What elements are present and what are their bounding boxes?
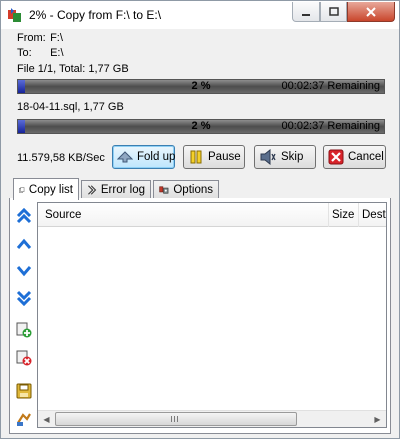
column-separator xyxy=(358,203,359,227)
tab-copy-list-label: Copy list xyxy=(28,183,73,196)
add-file-icon xyxy=(16,322,32,338)
to-label: To: xyxy=(17,47,32,59)
title-bar[interactable]: 2% - Copy from F:\ to E:\ xyxy=(1,1,399,29)
close-button[interactable] xyxy=(347,2,395,22)
app-icon xyxy=(8,8,21,22)
pause-label: Pause xyxy=(208,151,241,163)
load-list-button[interactable] xyxy=(15,410,33,428)
move-up-button[interactable] xyxy=(15,235,33,253)
tab-options-label: Options xyxy=(173,184,213,196)
double-chevron-down-icon xyxy=(16,290,32,306)
file-progress-remaining: 00:02:37 Remaining xyxy=(281,120,380,132)
chevron-down-icon xyxy=(16,266,32,277)
load-list-icon xyxy=(17,413,31,426)
move-to-bottom-button[interactable] xyxy=(15,289,33,307)
column-size[interactable]: Size xyxy=(332,209,354,221)
skip-button[interactable]: Skip xyxy=(254,145,316,169)
pause-button[interactable]: Pause xyxy=(183,145,245,169)
column-separator xyxy=(328,203,329,227)
chevron-up-icon xyxy=(16,238,32,249)
minimize-icon xyxy=(302,13,310,16)
from-line: From: F:\ xyxy=(17,32,63,44)
maximize-icon xyxy=(328,6,339,16)
total-progress-remaining: 00:02:37 Remaining xyxy=(281,80,380,92)
from-value: F:\ xyxy=(50,32,63,44)
transfer-speed: 11.579,58 KB/Sec xyxy=(17,152,105,164)
column-source[interactable]: Source xyxy=(45,209,81,221)
file-count-line: File 1/1, Total: 1,77 GB xyxy=(17,63,129,75)
total-progress-bar: 2 % 00:02:37 Remaining xyxy=(17,79,385,94)
options-icon xyxy=(159,186,169,194)
window-title: 2% - Copy from F:\ to E:\ xyxy=(29,8,162,22)
copy-list-table[interactable]: Source Size Destin ◀ ▶ xyxy=(37,202,387,428)
skip-label: Skip xyxy=(281,151,304,163)
move-to-top-button[interactable] xyxy=(15,207,33,225)
tab-options[interactable]: Options xyxy=(153,180,219,199)
save-icon xyxy=(16,383,32,399)
file-progress-bar: 2 % 00:02:37 Remaining xyxy=(17,119,385,134)
close-icon xyxy=(366,6,376,17)
horizontal-scrollbar[interactable]: ◀ ▶ xyxy=(38,410,386,427)
current-file-line: 18-04-11.sql, 1,77 GB xyxy=(17,101,124,113)
copy-window: 2% - Copy from F:\ to E:\ From: F:\ To: … xyxy=(0,0,400,439)
add-files-button[interactable] xyxy=(15,321,33,339)
save-list-button[interactable] xyxy=(15,382,33,400)
tab-error-log[interactable]: Error log xyxy=(81,180,151,199)
fold-up-label: Fold up xyxy=(137,151,176,163)
scroll-thumb[interactable] xyxy=(55,412,297,426)
skip-icon xyxy=(260,149,276,165)
maximize-button[interactable] xyxy=(320,2,347,22)
scroll-right-arrow-icon[interactable]: ▶ xyxy=(369,411,386,427)
copy-list-icon xyxy=(19,186,25,193)
cancel-icon xyxy=(328,149,344,165)
cancel-label: Cancel xyxy=(348,151,384,163)
column-destination[interactable]: Destin xyxy=(362,209,386,221)
remove-file-icon xyxy=(16,350,32,366)
pause-icon xyxy=(190,150,202,164)
cancel-button[interactable]: Cancel xyxy=(323,145,386,169)
fold-up-icon xyxy=(117,151,133,163)
tab-error-log-label: Error log xyxy=(100,184,145,196)
to-line: To: E:\ xyxy=(17,47,64,59)
minimize-button[interactable] xyxy=(292,2,320,22)
from-label: From: xyxy=(17,32,46,44)
scroll-left-arrow-icon[interactable]: ◀ xyxy=(38,411,55,427)
tab-copy-list[interactable]: Copy list xyxy=(13,178,79,200)
move-down-button[interactable] xyxy=(15,262,33,280)
error-log-icon xyxy=(88,185,97,195)
to-value: E:\ xyxy=(50,47,64,59)
remove-files-button[interactable] xyxy=(15,349,33,367)
double-chevron-up-icon xyxy=(16,208,32,224)
list-header: Source Size Destin xyxy=(38,203,386,227)
fold-up-button[interactable]: Fold up xyxy=(112,145,175,169)
